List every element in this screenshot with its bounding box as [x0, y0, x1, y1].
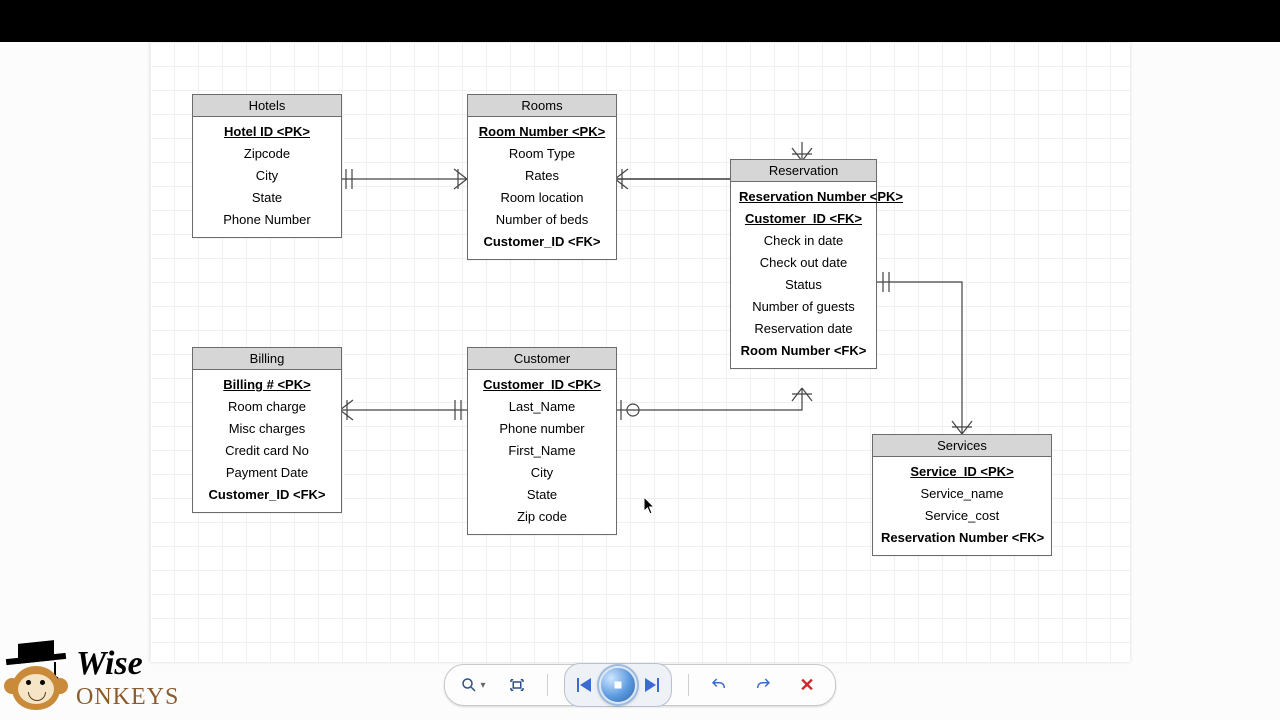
toolbar-divider	[688, 674, 689, 696]
diagram-paper[interactable]: Hotels Hotel ID <PK>ZipcodeCityStatePhon…	[150, 42, 1130, 662]
entity-attribute: Last_Name	[476, 396, 608, 418]
entity-attribute: Room Type	[476, 143, 608, 165]
entity-attribute: City	[201, 165, 333, 187]
entity-attribute: Zipcode	[201, 143, 333, 165]
entity-attribute: Payment Date	[201, 462, 333, 484]
entity-attribute: Room Number <FK>	[739, 340, 868, 362]
zoom-button[interactable]	[459, 671, 487, 699]
entity-title: Services	[873, 435, 1051, 457]
redo-button[interactable]	[749, 671, 777, 699]
brand-logo: Wise onkeys	[4, 642, 179, 716]
entity-attrs: Room Number <PK>Room TypeRatesRoom locat…	[468, 117, 616, 259]
entity-attribute: Phone number	[476, 418, 608, 440]
entity-attribute: Customer_ID <PK>	[476, 374, 608, 396]
undo-button[interactable]	[705, 671, 733, 699]
entity-attribute: Room location	[476, 187, 608, 209]
entity-attribute: Number of beds	[476, 209, 608, 231]
entity-attribute: Hotel ID <PK>	[201, 121, 333, 143]
entity-attribute: Status	[739, 274, 868, 296]
entity-attribute: Room charge	[201, 396, 333, 418]
entity-attribute: Billing # <PK>	[201, 374, 333, 396]
entity-title: Billing	[193, 348, 341, 370]
entity-attribute: Service_ID <PK>	[881, 461, 1043, 483]
player-toolbar: ✕	[444, 664, 836, 706]
entity-reservation[interactable]: Reservation Reservation Number <PK>Custo…	[730, 159, 877, 369]
playback-group	[564, 663, 672, 707]
entity-attribute: Rates	[476, 165, 608, 187]
entity-attribute: Service_name	[881, 483, 1043, 505]
entity-attrs: Service_ID <PK>Service_nameService_costR…	[873, 457, 1051, 555]
entity-customer[interactable]: Customer Customer_ID <PK>Last_NamePhone …	[467, 347, 617, 535]
logo-text-line2: onkeys	[76, 679, 179, 709]
entity-services[interactable]: Services Service_ID <PK>Service_nameServ…	[872, 434, 1052, 556]
stop-play-button[interactable]	[599, 666, 637, 704]
next-frame-button[interactable]	[641, 673, 665, 697]
toolbar-divider	[547, 674, 548, 696]
entity-title: Customer	[468, 348, 616, 370]
entity-title: Reservation	[731, 160, 876, 182]
entity-attribute: Room Number <PK>	[476, 121, 608, 143]
entity-attrs: Hotel ID <PK>ZipcodeCityStatePhone Numbe…	[193, 117, 341, 237]
entity-attribute: Reservation Number <FK>	[881, 527, 1043, 549]
entity-title: Rooms	[468, 95, 616, 117]
entity-attribute: State	[476, 484, 608, 506]
entity-attrs: Reservation Number <PK>Customer_ID <FK>C…	[731, 182, 876, 368]
close-button[interactable]: ✕	[793, 671, 821, 699]
entity-attrs: Billing # <PK>Room chargeMisc chargesCre…	[193, 370, 341, 512]
first-frame-button[interactable]	[571, 673, 595, 697]
entity-rooms[interactable]: Rooms Room Number <PK>Room TypeRatesRoom…	[467, 94, 617, 260]
entity-attribute: Customer_ID <FK>	[201, 484, 333, 506]
entity-hotels[interactable]: Hotels Hotel ID <PK>ZipcodeCityStatePhon…	[192, 94, 342, 238]
entity-attribute: Check in date	[739, 230, 868, 252]
entity-attribute: Check out date	[739, 252, 868, 274]
entity-attribute: Zip code	[476, 506, 608, 528]
entity-attribute: Misc charges	[201, 418, 333, 440]
entity-attribute: Number of guests	[739, 296, 868, 318]
entity-attribute: State	[201, 187, 333, 209]
entity-attribute: Credit card No	[201, 440, 333, 462]
canvas-area: Hotels Hotel ID <PK>ZipcodeCityStatePhon…	[0, 42, 1280, 720]
entity-attribute: City	[476, 462, 608, 484]
entity-attribute: Phone Number	[201, 209, 333, 231]
entity-title: Hotels	[193, 95, 341, 117]
monkey-icon	[4, 642, 68, 716]
fit-screen-button[interactable]	[503, 671, 531, 699]
entity-attribute: First_Name	[476, 440, 608, 462]
window-titlebar	[0, 0, 1280, 42]
entity-attribute: Customer_ID <FK>	[739, 208, 868, 230]
entity-attribute: Customer_ID <FK>	[476, 231, 608, 253]
entity-billing[interactable]: Billing Billing # <PK>Room chargeMisc ch…	[192, 347, 342, 513]
entity-attribute: Service_cost	[881, 505, 1043, 527]
entity-attribute: Reservation date	[739, 318, 868, 340]
entity-attrs: Customer_ID <PK>Last_NamePhone numberFir…	[468, 370, 616, 534]
entity-attribute: Reservation Number <PK>	[739, 186, 868, 208]
